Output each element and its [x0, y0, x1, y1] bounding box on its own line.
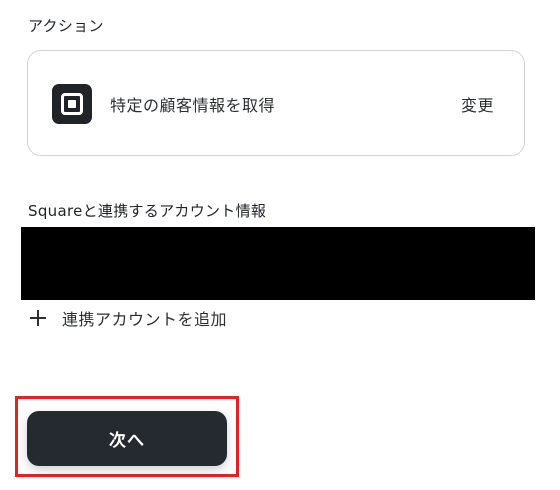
square-logo-icon: [52, 84, 92, 124]
account-section-label: Squareと連携するアカウント情報: [28, 202, 267, 220]
plus-icon: [30, 310, 46, 326]
change-action-link[interactable]: 変更: [461, 92, 494, 116]
action-section-label: アクション: [28, 17, 104, 35]
action-name: 特定の顧客情報を取得: [110, 96, 276, 115]
next-button[interactable]: 次へ: [27, 411, 227, 466]
add-account-label: 連携アカウントを追加: [62, 310, 228, 329]
add-account-button[interactable]: 連携アカウントを追加: [30, 306, 227, 330]
account-info-redacted: [21, 227, 535, 300]
action-card: 特定の顧客情報を取得 変更: [27, 50, 525, 156]
